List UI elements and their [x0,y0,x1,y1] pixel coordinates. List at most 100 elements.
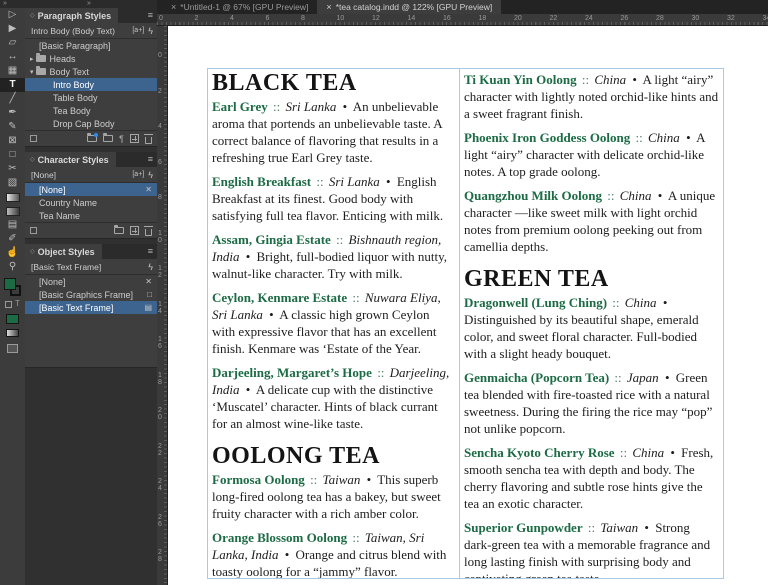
panel-menu-icon[interactable]: ≡ [148,8,157,23]
paragraph-style-row[interactable]: [Basic Paragraph] [25,39,157,52]
close-icon[interactable]: × [171,2,176,12]
scissors-tool-icon[interactable]: ✂ [0,162,25,176]
tea-name: Superior Gunpowder [464,520,583,535]
document-tab[interactable]: × *Untitled-1 @ 67% [GPU Preview] [162,0,317,14]
clear-overrides-icon[interactable] [30,135,37,142]
apply-gradient-button[interactable] [6,329,19,337]
paragraph-style-row[interactable]: Tea Body [25,104,157,117]
document-page: BLACK TEA Earl Grey :: Sri Lanka • An un… [168,26,768,585]
separator-colons: :: [336,232,344,247]
hand-tool-icon[interactable]: ☝ [0,246,25,260]
row-right-icon: ✕ [145,277,152,286]
separator-colons: :: [272,99,281,114]
left-text-frame[interactable]: BLACK TEA Earl Grey :: Sri Lanka • An un… [207,68,460,579]
separator-bullet: • [245,249,251,264]
style-override-icon[interactable]: [a+] [132,171,144,178]
clear-overrides-icon[interactable] [30,227,37,234]
tea-origin: China [632,445,665,460]
current-style-row: Intro Body (Body Text) [a+] ϟ [25,23,157,39]
selection-tool-icon[interactable]: ▷ [0,8,25,22]
formatting-affects-container-icon[interactable] [5,300,13,308]
indesign-window: » ▷ ▶ ▱ ↔ ▦ T ╱ ✒ ✎ ⊠ □ ✂ ▧ ▤ ✐ ☝ ⚲ T » [0,0,768,585]
document-window: × *Untitled-1 @ 67% [GPU Preview] × *tea… [157,0,768,585]
ruler-number: 8 [158,194,162,201]
object-style-row[interactable]: [None] ✕ [25,275,157,288]
style-name: Drop Cap Body [53,118,115,129]
override-highlighter-icon[interactable]: ϟ [148,170,153,180]
character-style-row[interactable]: Tea Name [25,209,157,222]
current-style-label: [None] [31,169,57,180]
character-style-row[interactable]: Country Name [25,196,157,209]
page-tool-icon[interactable]: ▱ [0,36,25,50]
type-tool-icon[interactable]: T [0,78,25,92]
document-tab[interactable]: × *tea catalog.indd @ 122% [GPU Preview] [317,0,502,14]
gap-tool-icon[interactable]: ↔ [0,50,25,64]
apply-color-button[interactable] [6,314,19,324]
tab-label: *tea catalog.indd @ 122% [GPU Preview] [335,2,493,12]
character-style-row[interactable]: [None] ✕ [25,183,157,196]
paragraph-style-row[interactable]: Intro Body [25,78,157,91]
tab-paragraph-styles[interactable]: ◇ Paragraph Styles [25,8,119,23]
ruler-number: 18 [478,15,487,22]
paragraph-style-row[interactable]: ▾ Body Text [25,65,157,78]
tea-entry: Phoenix Iron Goddess Oolong :: China • A… [464,129,719,180]
redefine-style-icon[interactable]: ¶ [119,131,124,147]
tea-name: Earl Grey [212,99,268,114]
style-group-icon[interactable] [114,225,124,234]
override-highlighter-icon[interactable]: ϟ [148,262,153,272]
formatting-affects-text-icon[interactable]: T [15,300,20,308]
zoom-tool-icon[interactable]: ⚲ [0,260,25,274]
create-new-style-icon[interactable] [130,226,139,235]
create-new-style-icon[interactable] [130,134,139,143]
style-group-icon[interactable] [103,133,114,142]
ruler-number: 32 [727,15,735,22]
section-heading-oolong-tea: OOLONG TEA [212,443,380,469]
tea-description: Distinguished by its beautiful shape, em… [464,312,699,361]
separator-colons: :: [377,365,385,380]
gradient-swatch-tool-icon[interactable] [0,190,25,204]
paragraph-style-row[interactable]: Table Body [25,91,157,104]
pen-tool-icon[interactable]: ✒ [0,106,25,120]
separator-bullet: • [632,72,637,87]
frame-tool-icon[interactable]: ⊠ [0,134,25,148]
delete-style-icon[interactable] [144,225,153,236]
collapse-dock-icon[interactable]: » [3,0,7,7]
right-text-frame[interactable]: Ti Kuan Yin Oolong :: China • A light “a… [459,68,724,579]
horizontal-ruler[interactable]: 0246810121416182022242628303234 [157,14,768,26]
fill-stroke-swatches[interactable] [3,278,22,297]
pencil-tool-icon[interactable]: ✎ [0,120,25,134]
separator-colons: :: [316,174,324,189]
object-style-row[interactable]: [Basic Text Frame] ▤ [25,301,157,314]
ruler-number: 0 [158,52,162,59]
panel-title: Character Styles [37,154,109,165]
panel-menu-icon[interactable]: ≡ [148,152,157,167]
separator-bullet: • [664,370,670,385]
note-tool-icon[interactable]: ▤ [0,218,25,232]
fill-swatch[interactable] [3,278,16,290]
tea-name: Assam, Gingia Estate [212,232,331,247]
paragraph-style-row[interactable]: Drop Cap Body [25,117,157,130]
vertical-ruler[interactable]: 024681012141618202224262830 [157,26,168,585]
rectangle-tool-icon[interactable]: □ [0,148,25,162]
tab-character-styles[interactable]: ◇ Character Styles [25,152,116,167]
direct-selection-tool-icon[interactable]: ▶ [0,22,25,36]
close-icon[interactable]: × [326,2,331,12]
panel-menu-icon[interactable]: ≡ [148,244,157,259]
override-highlighter-icon[interactable]: ϟ [148,26,153,36]
delete-style-icon[interactable] [144,133,153,144]
tab-object-styles[interactable]: ◇ Object Styles [25,244,102,259]
object-style-row[interactable]: [Basic Graphics Frame] □ [25,288,157,301]
gradient-feather-tool-icon[interactable] [0,204,25,218]
free-transform-tool-icon[interactable]: ▧ [0,176,25,190]
style-override-icon[interactable]: [a+] [132,27,144,34]
paragraph-style-row[interactable]: ▸ Heads [25,52,157,65]
style-name: Intro Body [53,79,95,90]
collapse-dock-icon[interactable]: » [87,0,91,7]
new-style-group-icon[interactable] [87,133,99,142]
tea-entry: Dragonwell (Lung Ching) :: China • Disti… [464,294,719,362]
line-tool-icon[interactable]: ╱ [0,92,25,106]
eyedropper-tool-icon[interactable]: ✐ [0,232,25,246]
screen-mode-button[interactable] [7,344,18,353]
content-collector-tool-icon[interactable]: ▦ [0,64,25,78]
tea-name: Sencha Kyoto Cherry Rose [464,445,615,460]
